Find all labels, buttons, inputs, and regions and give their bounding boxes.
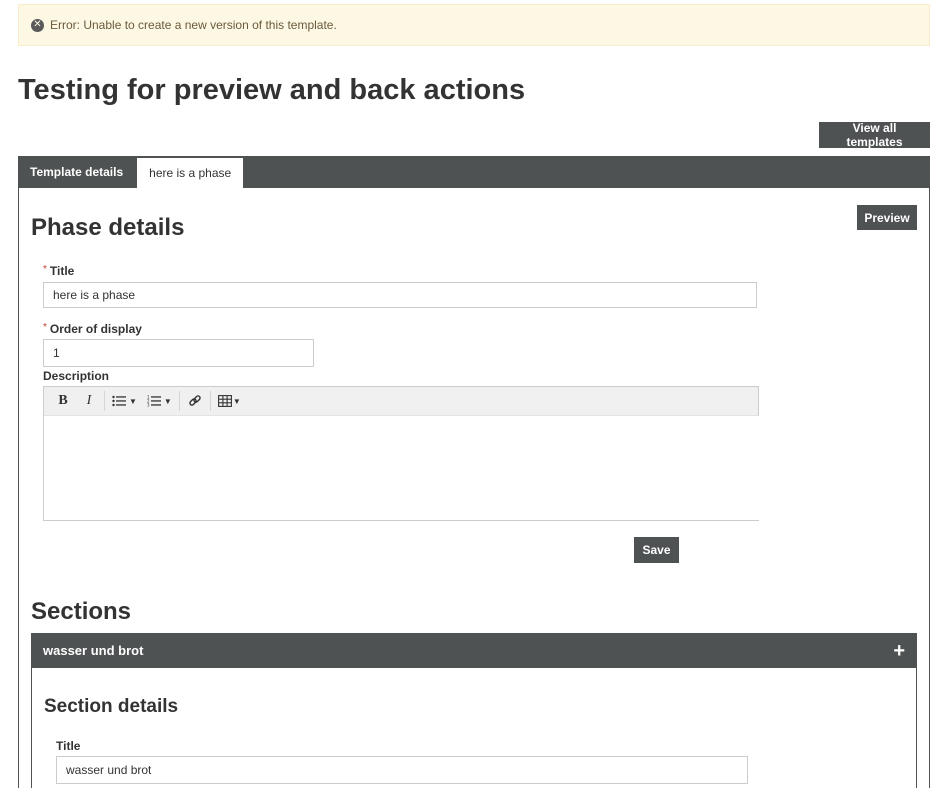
description-label: Description <box>43 369 110 383</box>
svg-text:3: 3 <box>147 403 150 408</box>
error-circle-icon: ✕ <box>31 18 44 32</box>
numbered-list-icon[interactable]: 1 2 3 ▼ <box>144 390 175 412</box>
preview-button[interactable]: Preview <box>857 205 917 230</box>
tab-phase[interactable]: here is a phase <box>137 158 244 188</box>
required-marker: * <box>43 322 47 333</box>
title-input[interactable] <box>43 282 757 308</box>
plus-icon[interactable]: + <box>893 641 905 661</box>
sections-heading: Sections <box>31 598 132 625</box>
section-header[interactable]: wasser und brot + <box>31 633 917 668</box>
title-label: * Title <box>43 264 75 278</box>
required-marker: * <box>43 264 47 275</box>
chevron-down-icon: ▼ <box>129 396 137 406</box>
toolbar-divider <box>178 391 180 411</box>
phase-details-heading: Phase details <box>31 214 185 241</box>
tab-bar: Template details here is a phase <box>18 156 930 188</box>
toolbar-divider <box>209 391 211 411</box>
save-button[interactable]: Save <box>634 537 679 563</box>
chevron-down-icon: ▼ <box>232 396 241 406</box>
section-title-input[interactable] <box>56 756 748 784</box>
description-editor: B I ▼ 1 2 3 ▼ ▼ <box>43 386 759 521</box>
page-title: Testing for preview and back actions <box>18 74 526 106</box>
italic-icon[interactable]: I <box>78 390 100 412</box>
order-label: * Order of display <box>43 322 142 336</box>
toolbar-divider <box>104 391 105 411</box>
tab-template-details[interactable]: Template details <box>18 156 135 188</box>
description-textarea[interactable] <box>44 416 759 520</box>
error-alert: ✕ Error: Unable to create a new version … <box>18 4 930 46</box>
bullet-list-icon[interactable]: ▼ <box>109 390 140 412</box>
chevron-down-icon: ▼ <box>163 396 172 406</box>
section-details-heading: Section details <box>44 696 179 717</box>
link-icon[interactable] <box>184 390 206 412</box>
alert-text: Error: Unable to create a new version of… <box>50 18 337 32</box>
editor-toolbar: B I ▼ 1 2 3 ▼ ▼ <box>44 387 759 416</box>
order-input[interactable] <box>43 339 314 367</box>
bold-icon[interactable]: B <box>52 390 74 412</box>
section-title-label: Title <box>56 739 81 753</box>
view-all-templates-button[interactable]: View all templates <box>819 121 930 149</box>
section-name: wasser und brot <box>43 643 144 658</box>
table-icon[interactable]: ▼ <box>215 390 244 412</box>
